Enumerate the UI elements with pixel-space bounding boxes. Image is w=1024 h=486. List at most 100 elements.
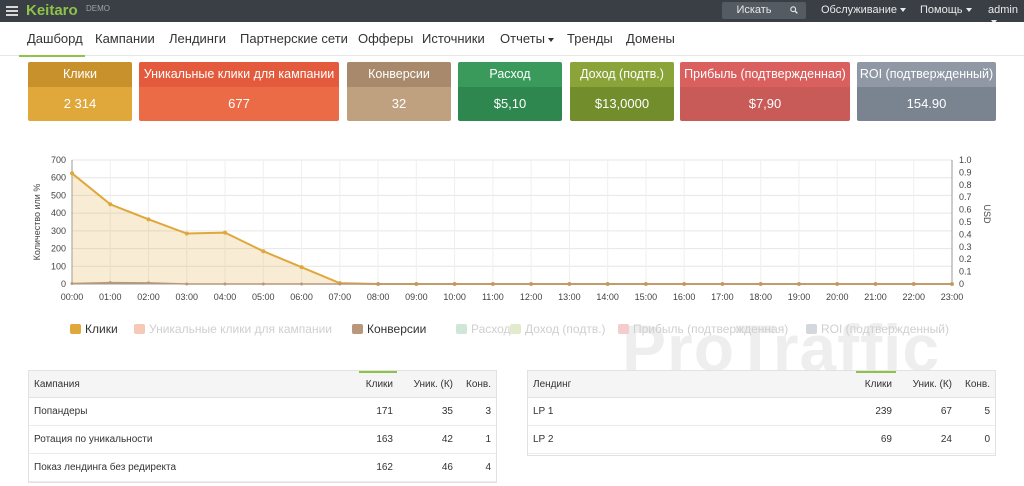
service-menu-label: Обслуживание <box>821 4 897 16</box>
campaigns-table: Кампания Клики Уник. (К) Конв. Попандеры 171 3… <box>28 370 497 483</box>
series-area-clicks <box>72 173 952 284</box>
kpi-card: Доход (подтв.) $13,0000 <box>570 62 674 121</box>
nav-item-affiliate-networks[interactable]: Партнерские сети <box>240 31 348 46</box>
legend-item[interactable]: Клики <box>70 322 118 336</box>
table-row[interactable]: Показ лендинга без редиректа 162 46 4 <box>29 454 496 482</box>
search-box[interactable]: Искать <box>722 2 806 19</box>
landings-table: Лендинг Клики Уник. (К) Конв. LP 1 239 67 5 LP 2… <box>527 370 996 456</box>
nav-item-dashboard[interactable]: Дашборд <box>27 31 83 46</box>
chevron-down-icon <box>547 37 554 42</box>
data-point-conversions <box>338 282 342 286</box>
legend-label: Конверсии <box>367 322 427 336</box>
table-cell-number: 46 <box>441 462 453 473</box>
table-header: Кампания Клики Уник. (К) Конв. <box>29 371 496 398</box>
kpi-card-value: 32 <box>347 87 451 121</box>
column-header[interactable]: Клики <box>349 379 393 390</box>
column-header[interactable]: Конв. <box>461 379 491 390</box>
nav-item-domains[interactable]: Домены <box>626 31 675 46</box>
nav-item-offers[interactable]: Офферы <box>358 31 413 46</box>
column-header[interactable]: Уник. (К) <box>902 379 952 390</box>
legend-swatch <box>352 324 363 334</box>
y-tick-label: 100 <box>51 261 66 271</box>
service-menu[interactable]: Обслуживание <box>821 4 906 16</box>
kpi-card-value: $5,10 <box>458 87 562 121</box>
help-menu-label: Помощь <box>920 4 963 16</box>
legend-label: Клики <box>85 322 118 336</box>
legend-item[interactable]: Конверсии <box>352 322 426 336</box>
search-icon[interactable] <box>790 6 798 14</box>
x-tick-label: 17:00 <box>711 292 734 302</box>
kpi-card: Прибыль (подтвержденная) $7,90 <box>680 62 850 121</box>
legend-swatch <box>510 324 521 334</box>
data-point-conversions <box>70 281 74 285</box>
kpi-card-label: Прибыль (подтвержденная) <box>680 62 850 87</box>
chevron-down-icon <box>965 8 972 13</box>
x-tick-label: 19:00 <box>788 292 811 302</box>
table-row[interactable]: Попандеры 171 35 3 <box>29 398 496 426</box>
data-point-clicks <box>146 217 151 222</box>
nav-item-trends[interactable]: Тренды <box>567 31 613 46</box>
data-point-conversions <box>185 282 189 286</box>
kpi-card: Конверсии 32 <box>347 62 451 121</box>
column-header[interactable]: Уник. (К) <box>403 379 453 390</box>
data-point-conversions <box>912 282 916 286</box>
data-point-conversions <box>567 282 571 286</box>
legend-item[interactable]: Прибыль (подтвержденная) <box>618 322 788 336</box>
x-tick-label: 11:00 <box>482 292 504 302</box>
table-row[interactable]: LP 1 239 67 5 <box>528 398 995 426</box>
legend-item[interactable]: Уникальные клики для кампании <box>134 322 332 336</box>
nav-item-reports[interactable]: Отчеты <box>500 31 554 46</box>
column-header[interactable]: Лендинг <box>533 379 571 390</box>
data-point-clicks <box>184 231 189 236</box>
data-point-conversions <box>682 282 686 286</box>
sort-indicator <box>856 371 896 373</box>
table-row[interactable]: LP 2 69 24 0 <box>528 426 995 454</box>
x-tick-label: 03:00 <box>176 292 199 302</box>
nav-item-sources[interactable]: Источники <box>422 31 485 46</box>
nav-item-landings[interactable]: Лендинги <box>169 31 226 46</box>
table-row[interactable]: Ротация по уникальности 163 42 1 <box>29 426 496 454</box>
x-tick-label: 12:00 <box>520 292 543 302</box>
kpi-card-label: Конверсии <box>347 62 451 87</box>
legend-swatch <box>618 324 629 334</box>
legend-swatch <box>70 324 81 334</box>
chevron-down-icon <box>899 8 906 13</box>
x-tick-label: 02:00 <box>137 292 160 302</box>
data-point-conversions <box>873 282 877 286</box>
main-nav: Дашборд Кампании Лендинги Партнерские се… <box>0 22 1024 57</box>
x-tick-label: 04:00 <box>214 292 237 302</box>
table-cell-name: Попандеры <box>34 406 88 417</box>
table-cell-number: 5 <box>984 406 990 417</box>
table-cell-number: 42 <box>441 434 453 445</box>
data-point-clicks <box>261 249 266 254</box>
y2-tick-label: 0.6 <box>959 205 972 215</box>
brand-logo[interactable]: Keitaro <box>26 2 78 19</box>
column-header[interactable]: Кампания <box>34 379 80 390</box>
x-tick-label: 14:00 <box>596 292 619 302</box>
legend-label: ROI (подтвержденный) <box>821 322 949 336</box>
column-header[interactable]: Конв. <box>960 379 990 390</box>
legend-item[interactable]: ROI (подтвержденный) <box>806 322 949 336</box>
y2-tick-label: 0.1 <box>959 267 972 277</box>
kpi-card: ROI (подтвержденный) 154.90 <box>857 62 996 121</box>
y2-tick-label: 0.7 <box>959 192 972 202</box>
x-tick-label: 08:00 <box>367 292 390 302</box>
legend-item[interactable]: Расход <box>456 322 511 336</box>
y-tick-label: 600 <box>51 173 66 183</box>
data-point-conversions <box>797 282 801 286</box>
table-cell-number: 1 <box>485 434 491 445</box>
y2-tick-label: 0 <box>959 279 964 289</box>
nav-item-campaigns[interactable]: Кампании <box>95 31 155 46</box>
x-tick-label: 16:00 <box>673 292 696 302</box>
hamburger-menu-icon[interactable] <box>6 6 18 16</box>
x-tick-label: 01:00 <box>99 292 122 302</box>
y2-tick-label: 1.0 <box>959 155 972 165</box>
x-tick-label: 10:00 <box>443 292 466 302</box>
legend-item[interactable]: Доход (подтв.) <box>510 322 606 336</box>
x-tick-label: 09:00 <box>405 292 428 302</box>
y2-tick-label: 0.5 <box>959 217 972 227</box>
table-cell-number: 163 <box>376 434 393 445</box>
column-header[interactable]: Клики <box>848 379 892 390</box>
help-menu[interactable]: Помощь <box>920 4 972 16</box>
y-tick-label: 300 <box>51 226 66 236</box>
